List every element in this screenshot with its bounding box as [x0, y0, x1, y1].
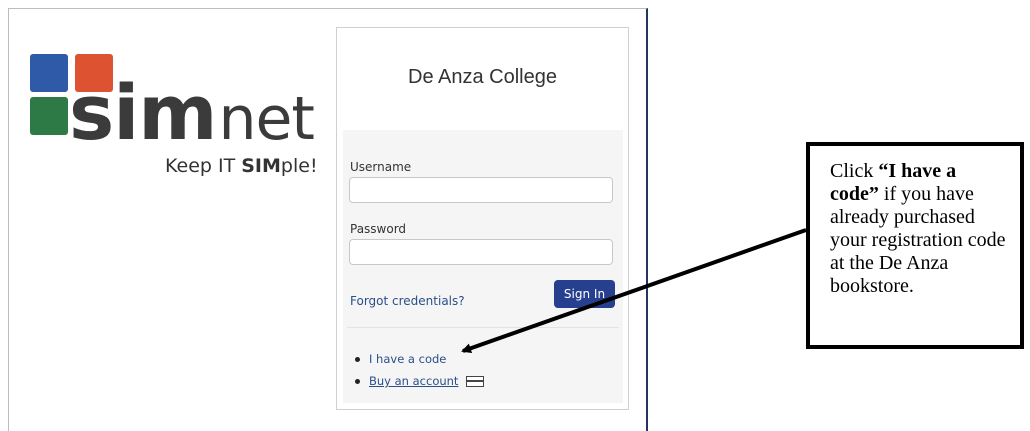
instruction-callout: Click “I have a code” if you have alread…	[806, 142, 1024, 349]
logo-wordmark: simnet	[69, 75, 315, 154]
logo-net-text: net	[218, 84, 314, 154]
logo-blue-square	[30, 54, 68, 92]
list-item: Buy an account	[355, 370, 485, 392]
simnet-logo: simnet Keep IT SIMple!	[27, 53, 327, 183]
password-input[interactable]	[349, 239, 613, 265]
buy-an-account-link[interactable]: Buy an account	[369, 374, 458, 388]
tagline-prefix: Keep IT	[165, 155, 242, 177]
sign-in-button[interactable]: Sign In	[554, 280, 615, 308]
tagline-suffix: ple!	[280, 155, 318, 177]
credit-card-icon	[466, 375, 485, 387]
bullet-icon	[355, 356, 360, 362]
password-label: Password	[350, 222, 407, 236]
login-form: Username Password Forgot credentials? Si…	[343, 130, 623, 403]
school-name: De Anza College	[408, 66, 557, 88]
username-input[interactable]	[349, 177, 613, 203]
logo-green-square	[30, 97, 68, 135]
logo-sim-text: sim	[69, 68, 217, 157]
account-links: I have a code Buy an account	[355, 348, 485, 392]
callout-prefix: Click	[830, 160, 879, 182]
forgot-credentials-link[interactable]: Forgot credentials?	[350, 294, 465, 308]
list-item: I have a code	[355, 348, 484, 370]
logo-tagline: Keep IT SIMple!	[165, 155, 318, 177]
tagline-sim: SIM	[241, 155, 281, 177]
username-label: Username	[350, 160, 412, 174]
form-divider	[347, 327, 619, 328]
login-panel: De Anza College Username Password Forgot…	[336, 27, 629, 410]
i-have-a-code-link[interactable]: I have a code	[369, 352, 446, 366]
bullet-icon	[355, 378, 360, 384]
